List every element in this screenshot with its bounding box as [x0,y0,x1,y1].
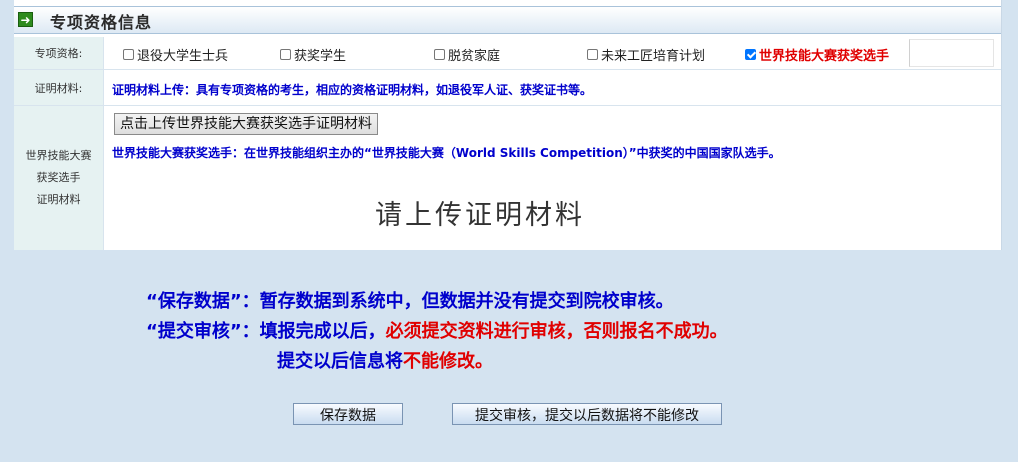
rule-no-modify-warning: 不能修改。 [403,351,493,372]
save-data-button[interactable]: 保存数据 [293,403,403,425]
cell-divider [909,39,994,67]
worldskills-label: 世界技能大赛 获奖选手 证明材料 [14,106,104,250]
checkbox-label: 世界技能大赛获奖选手 [759,49,890,64]
checkbox-veteran-student[interactable]: 退役大学生士兵 [123,45,228,64]
checkbox-label: 未来工匠培育计划 [601,49,706,64]
rule-save: “保存数据”：暂存数据到系统中，但数据并没有提交到院校审核。 [146,287,674,313]
checkbox-box[interactable] [587,49,598,60]
rule-submit: “提交审核”：填报完成以后，必须提交资料进行审核，否则报名不成功。 [146,317,728,343]
rule-save-text: 暂存数据到系统中，但数据并没有提交到院校审核。 [259,291,674,312]
qualification-row: 专项资格: 退役大学生士兵 获奖学生 脱贫家庭 未来工匠培育计划 世界技能大赛获… [14,37,1001,70]
checkbox-future-craftsman[interactable]: 未来工匠培育计划 [587,45,705,64]
checkbox-label: 脱贫家庭 [448,49,501,64]
checkbox-box[interactable] [434,49,445,60]
special-qualification-panel: ➜ 专项资格信息 专项资格: 退役大学生士兵 获奖学生 脱贫家庭 未来工匠培育计… [14,0,1002,250]
rule-submit-key: “提交审核”： [146,321,260,342]
upload-placeholder: 请上传证明材料 [375,200,585,231]
rule-no-modify-text: 提交以后信息将 [277,351,403,372]
checkbox-box[interactable] [280,49,291,60]
checkbox-label: 退役大学生士兵 [137,49,229,64]
rule-no-modify: 提交以后信息将不能修改。 [277,347,493,373]
checkbox-worldskills-winner[interactable]: 世界技能大赛获奖选手 [745,45,889,64]
worldskills-label-line: 证明材料 [36,193,81,206]
materials-row: 证明材料: 证明材料上传：具有专项资格的考生，相应的资格证明材料，如退役军人证、… [14,70,1001,106]
materials-note: 证明材料上传：具有专项资格的考生，相应的资格证明材料，如退役军人证、获奖证书等。 [112,83,593,97]
rule-save-key: “保存数据”： [146,291,260,312]
arrow-right-icon: ➜ [18,12,33,27]
section-title: 专项资格信息 [50,13,153,32]
checkbox-label: 获奖学生 [294,49,347,64]
worldskills-row: 世界技能大赛 获奖选手 证明材料 点击上传世界技能大赛获奖选手证明材料 世界技能… [14,106,1001,250]
section-header: ➜ 专项资格信息 [14,6,1001,34]
qualification-label: 专项资格: [14,37,104,69]
checkbox-box-checked[interactable] [745,49,756,60]
worldskills-label-line: 获奖选手 [36,171,81,184]
materials-label: 证明材料: [14,70,104,105]
checkbox-poverty-family[interactable]: 脱贫家庭 [434,45,500,64]
upload-worldskills-button[interactable]: 点击上传世界技能大赛获奖选手证明材料 [114,113,378,135]
checkbox-box[interactable] [123,49,134,60]
worldskills-label-line: 世界技能大赛 [25,149,92,162]
worldskills-note: 世界技能大赛获奖选手：在世界技能组织主办的“世界技能大赛（World Skill… [112,146,781,160]
rule-submit-warning: 必须提交资料进行审核，否则报名不成功。 [385,321,728,342]
rule-submit-text: 填报完成以后， [259,321,386,342]
checkbox-award-student[interactable]: 获奖学生 [280,45,346,64]
submit-review-button[interactable]: 提交审核，提交以后数据将不能修改 [452,403,722,425]
